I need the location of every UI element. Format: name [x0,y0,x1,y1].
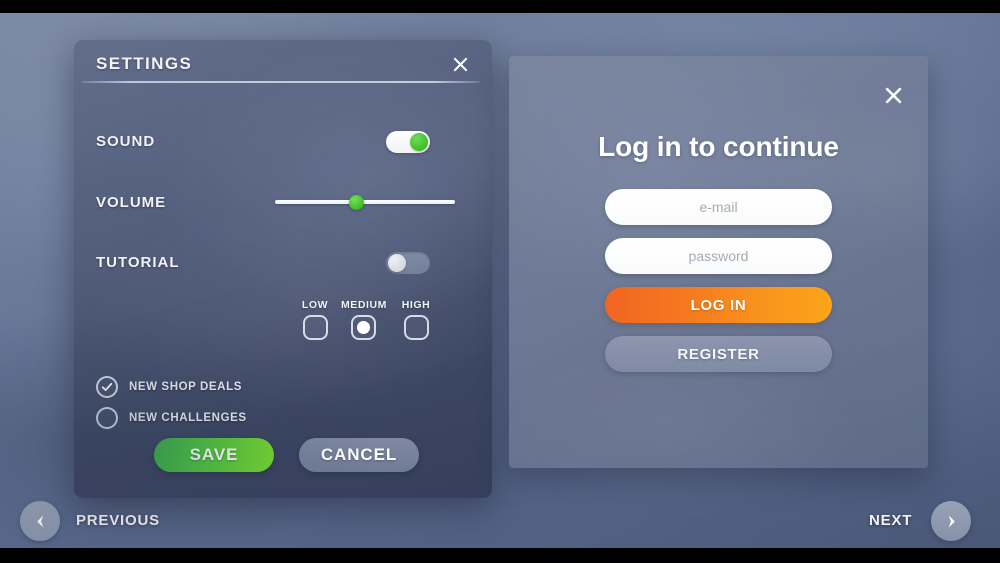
login-heading: Log in to continue [598,131,839,162]
previous-button[interactable] [20,501,60,541]
sound-toggle[interactable] [386,131,430,153]
radio-option-low[interactable]: LOW [293,299,337,340]
radio-option-high[interactable]: HIGH [394,299,438,340]
next-button[interactable] [931,501,971,541]
volume-slider[interactable] [275,192,455,212]
cancel-button[interactable]: CANCEL [299,438,419,472]
difficulty-radio-group: LOW MEDIUM HIGH [293,299,433,349]
register-button[interactable]: REGISTER [605,336,832,372]
toggle-knob [388,254,406,272]
chevron-left-icon [36,514,43,528]
volume-slider-track [275,200,455,204]
next-label[interactable]: NEXT [869,512,912,529]
radio-box [403,315,429,340]
check-icon [101,382,113,392]
checkbox-box [96,376,118,398]
password-field[interactable] [605,238,832,274]
save-button[interactable]: SAVE [154,438,274,472]
checkbox-new-challenges-label: NEW CHALLENGES [129,412,247,424]
sound-label: SOUND [96,133,156,150]
letterbox-top [0,0,1000,13]
settings-scrollbar[interactable] [470,83,492,403]
toggle-knob [410,133,428,151]
tutorial-label: TUTORIAL [96,254,180,271]
login-close-button[interactable] [880,82,906,108]
radio-option-medium[interactable]: MEDIUM [341,299,387,340]
screenshot-stage: SETTINGS SOUND VOLUME TUTORIAL LOW MEDIU… [0,0,1000,563]
log-in-button[interactable]: LOG IN [605,287,832,323]
radio-option-low-label: LOW [301,299,329,311]
radio-dot [356,321,370,334]
settings-close-button[interactable] [448,52,472,76]
game-viewport: SETTINGS SOUND VOLUME TUTORIAL LOW MEDIU… [0,13,1000,548]
volume-slider-knob[interactable] [348,195,364,210]
login-panel: Log in to continue LOG IN REGISTER [509,56,928,468]
volume-label: VOLUME [96,194,167,211]
checkbox-new-challenges[interactable]: NEW CHALLENGES [96,407,247,429]
checkbox-box [96,407,118,429]
close-icon [453,57,467,71]
email-field[interactable] [605,189,832,225]
radio-option-high-label: HIGH [401,299,431,311]
radio-option-medium-label: MEDIUM [341,299,387,311]
radio-box [302,315,328,340]
chevron-right-icon [948,514,955,528]
checkbox-new-shop-deals[interactable]: NEW SHOP DEALS [96,376,242,398]
previous-label[interactable]: PREVIOUS [76,512,160,529]
checkbox-new-shop-deals-label: NEW SHOP DEALS [129,381,242,393]
close-icon [885,87,901,103]
settings-header-divider [82,81,480,83]
tutorial-toggle[interactable] [386,252,430,274]
radio-box [350,315,376,340]
settings-title: SETTINGS [96,54,193,73]
letterbox-bottom [0,548,1000,563]
settings-panel: SETTINGS SOUND VOLUME TUTORIAL LOW MEDIU… [74,40,492,498]
